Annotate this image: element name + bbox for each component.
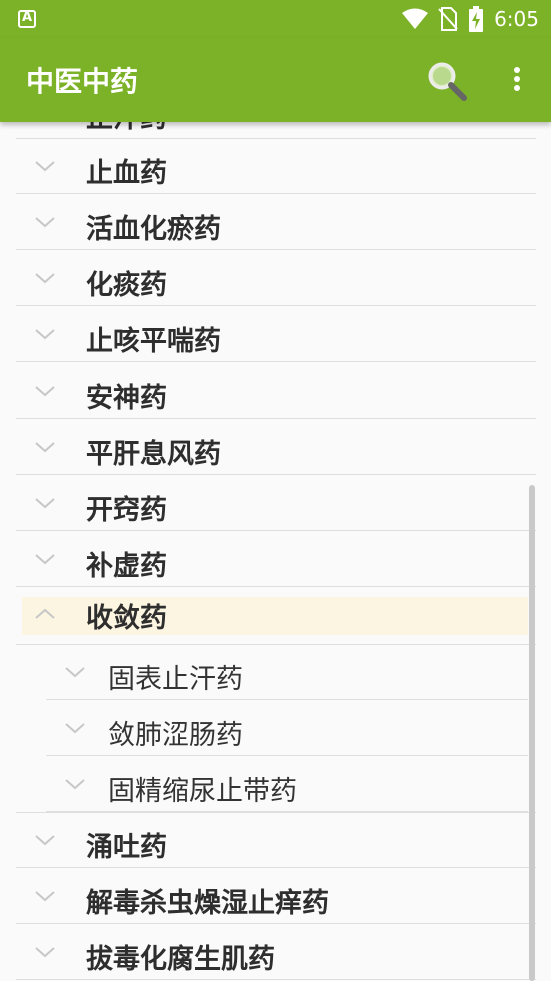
list-item[interactable]: 活血化瘀药 (16, 195, 536, 250)
sub-list-item-label: 固精缩尿止带药 (108, 776, 297, 807)
list-item-label: 化痰药 (86, 270, 167, 301)
list-item[interactable]: 安神药 (16, 364, 536, 419)
list-item-label: 安神药 (86, 383, 167, 414)
list-item[interactable]: 止咳平喘药 (16, 307, 536, 362)
more-options-button[interactable] (500, 58, 534, 104)
list-item[interactable]: 化痰药 (16, 251, 536, 306)
sub-list-item[interactable]: 敛肺涩肠药 (46, 701, 528, 756)
chevron-down-icon (35, 554, 55, 565)
chevron-down-icon (65, 723, 85, 734)
sub-list-item[interactable]: 固精缩尿止带药 (46, 757, 528, 812)
chevron-down-icon (35, 498, 55, 509)
list-item-label: 解毒杀虫燥湿止痒药 (86, 888, 329, 919)
chevron-down-icon (35, 891, 55, 902)
sub-list-item[interactable]: 固表止汗药 (46, 645, 528, 700)
list-item[interactable]: 解毒杀虫燥湿止痒药 (16, 869, 536, 924)
list-item-label: 止咳平喘药 (86, 326, 221, 357)
scrollbar[interactable] (529, 485, 535, 981)
chevron-down-icon (35, 947, 55, 958)
status-time: 6:05 (494, 7, 539, 31)
list-item[interactable]: 止汗药 (16, 122, 536, 139)
app-bar: 中医中药 (0, 38, 551, 122)
chevron-down-icon (35, 161, 55, 172)
list-item-label: 拔毒化腐生肌药 (86, 944, 275, 975)
chevron-down-icon (35, 835, 55, 846)
list-item-label: 止血药 (86, 158, 167, 189)
no-sim-icon (438, 7, 458, 31)
list-item-label: 开窍药 (86, 495, 167, 526)
sub-list-item-label: 敛肺涩肠药 (108, 720, 243, 751)
status-icons: 6:05 (402, 6, 539, 32)
list-item[interactable]: 平肝息风药 (16, 420, 536, 475)
chevron-down-icon (35, 442, 55, 453)
chevron-down-icon (65, 779, 85, 790)
list-item-label: 收敛药 (86, 603, 167, 634)
notification-icon (18, 10, 36, 28)
chevron-down-icon (35, 217, 55, 228)
more-vert-icon (514, 67, 520, 91)
chevron-down-icon (35, 386, 55, 397)
sub-list-item-label: 固表止汗药 (108, 664, 243, 695)
chevron-up-icon (35, 608, 55, 619)
chevron-down-icon (35, 273, 55, 284)
app-title: 中医中药 (26, 65, 139, 98)
battery-charging-icon (469, 6, 484, 32)
list-item-label: 止汗药 (86, 122, 167, 135)
list-item-label: 补虚药 (86, 551, 167, 582)
search-button[interactable] (424, 58, 470, 104)
list-item[interactable]: 止血药 (16, 139, 536, 194)
list-item-label: 涌吐药 (86, 832, 167, 863)
list-item[interactable]: 开窍药 (16, 476, 536, 531)
search-icon (428, 62, 467, 101)
list-item-expanded[interactable]: 收敛药 (22, 597, 528, 635)
list-item[interactable]: 拔毒化腐生肌药 (16, 925, 536, 980)
list-item[interactable]: 补虚药 (16, 532, 536, 587)
status-bar: 6:05 (0, 0, 551, 38)
list-item-label: 平肝息风药 (86, 439, 221, 470)
category-list[interactable]: 止汗药 止血药 活血化瘀药 化痰药 止咳平喘药 安神药 平肝息风药 开窍药 补虚… (0, 122, 551, 981)
chevron-down-icon (65, 667, 85, 678)
list-item[interactable]: 涌吐药 (16, 813, 536, 868)
chevron-down-icon (35, 329, 55, 340)
list-item-label: 活血化瘀药 (86, 214, 221, 245)
wifi-icon (402, 8, 429, 29)
